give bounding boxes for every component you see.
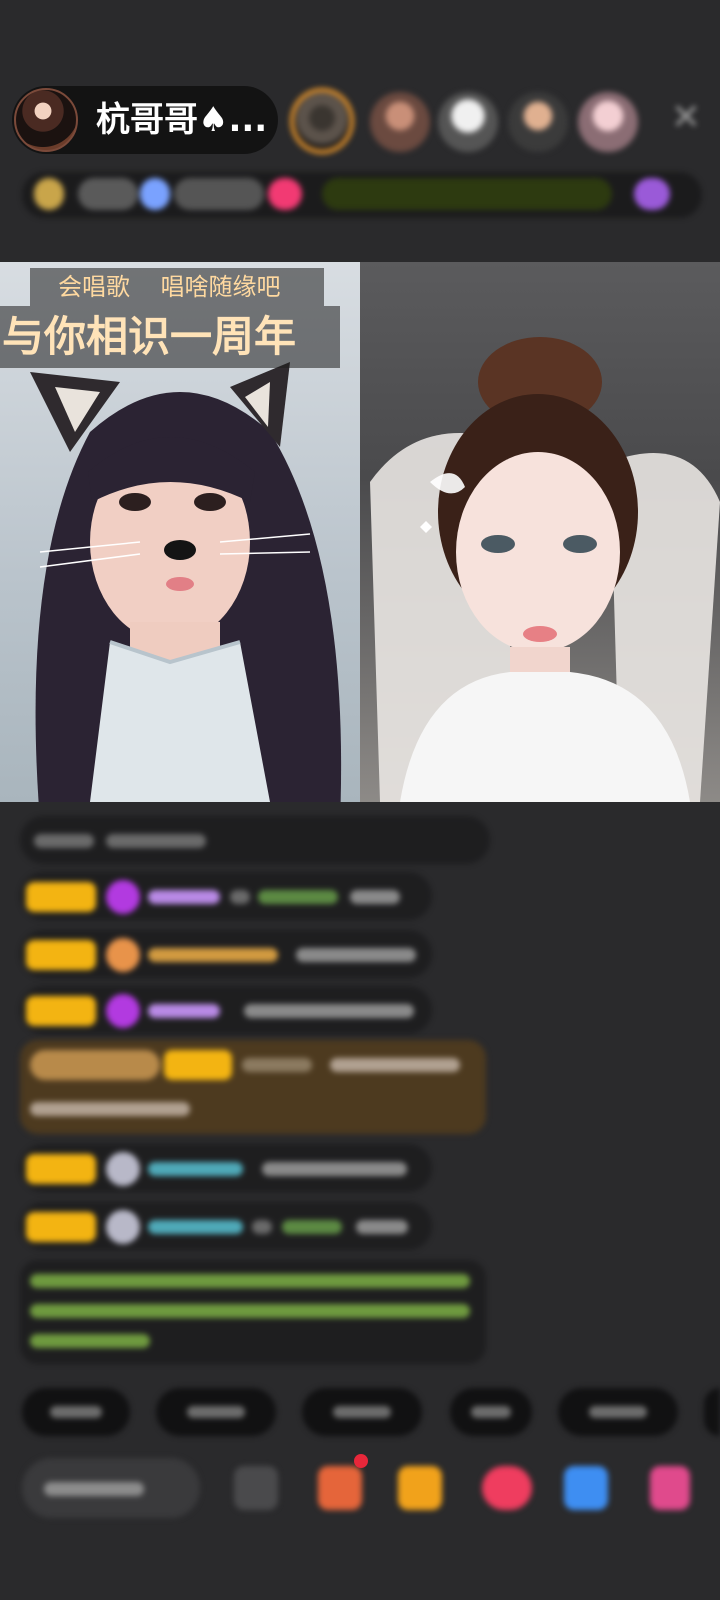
username[interactable] (148, 890, 220, 904)
heart-gift-icon[interactable] (482, 1466, 532, 1510)
comment-text (230, 890, 250, 904)
viewer-avatar[interactable] (578, 92, 638, 152)
rank-badge[interactable] (34, 178, 64, 210)
level-badge (26, 1212, 96, 1242)
diamond-icon (106, 880, 140, 914)
close-icon[interactable]: ✕ (668, 100, 704, 136)
gift-name (282, 1220, 342, 1234)
vip-comment-row[interactable] (20, 1040, 486, 1134)
video-left[interactable]: 会唱歌 唱啥随缘吧 与你相识一周年 (0, 262, 360, 802)
game-icon[interactable] (564, 1466, 608, 1510)
room-info-strip[interactable] (22, 172, 702, 218)
more-apps-icon[interactable] (650, 1466, 690, 1510)
comment-text (262, 1162, 407, 1176)
streamer-right-image (370, 337, 720, 802)
caption-line-2: 与你相识一周年 (0, 306, 340, 368)
username[interactable] (148, 948, 278, 962)
quick-chip[interactable] (450, 1388, 532, 1436)
level-badge (26, 996, 96, 1026)
system-text (30, 1274, 470, 1288)
comment-text (34, 834, 94, 848)
comment-text (30, 1102, 190, 1116)
viewer-avatar[interactable] (370, 92, 430, 152)
caption-line-1: 会唱歌 唱啥随缘吧 (30, 268, 324, 306)
popularity-text (174, 178, 264, 210)
comment-row[interactable] (20, 986, 432, 1034)
quick-chip[interactable] (22, 1388, 130, 1436)
gift-name (258, 890, 338, 904)
comment-row[interactable] (20, 816, 490, 864)
viewer-avatar[interactable] (290, 88, 354, 154)
level-badge (26, 1154, 96, 1184)
comment-text (330, 1058, 460, 1072)
diamond-icon (106, 994, 140, 1028)
username[interactable] (242, 1058, 312, 1072)
task-banner[interactable] (322, 178, 612, 210)
avatar-icon (106, 1152, 140, 1186)
comment-text (350, 890, 400, 904)
host-profile-pill[interactable]: 杭哥哥♠... (12, 86, 278, 154)
system-text (30, 1334, 150, 1348)
emoji-icon[interactable] (234, 1466, 278, 1510)
comment-row[interactable] (20, 872, 432, 920)
viewer-avatar[interactable] (508, 92, 568, 152)
gift-icon[interactable] (634, 178, 670, 210)
notification-dot (354, 1454, 368, 1468)
username[interactable] (148, 1162, 243, 1176)
comment-row[interactable] (20, 1144, 432, 1192)
username[interactable] (148, 1220, 243, 1234)
video-right[interactable] (360, 262, 720, 802)
gift-icon[interactable] (318, 1466, 362, 1510)
username[interactable] (148, 1004, 220, 1018)
comment-row[interactable] (20, 1202, 432, 1250)
avatar-icon (106, 938, 140, 972)
system-text (30, 1304, 470, 1318)
star-icon[interactable] (140, 178, 170, 210)
host-avatar[interactable] (14, 88, 78, 152)
viewer-avatar[interactable] (438, 92, 498, 152)
comment-text (106, 834, 206, 848)
quick-chip[interactable] (704, 1388, 720, 1436)
comment-text (244, 1004, 414, 1018)
level-badge (26, 882, 96, 912)
comment-text (296, 948, 416, 962)
vip-badge (30, 1050, 160, 1080)
level-badge (26, 940, 96, 970)
comment-row[interactable] (20, 930, 432, 978)
quick-chip[interactable] (156, 1388, 276, 1436)
avatar-icon (106, 1210, 140, 1244)
quick-chip[interactable] (302, 1388, 422, 1436)
rank-text (78, 178, 138, 210)
host-name: 杭哥哥♠... (96, 100, 268, 140)
comment-text (356, 1220, 408, 1234)
system-message (20, 1260, 486, 1364)
heart-icon[interactable] (268, 178, 302, 210)
comment-input[interactable] (22, 1458, 200, 1518)
fans-icon[interactable] (398, 1466, 442, 1510)
level-badge (164, 1050, 232, 1080)
quick-chip[interactable] (558, 1388, 678, 1436)
comment-text (252, 1220, 272, 1234)
